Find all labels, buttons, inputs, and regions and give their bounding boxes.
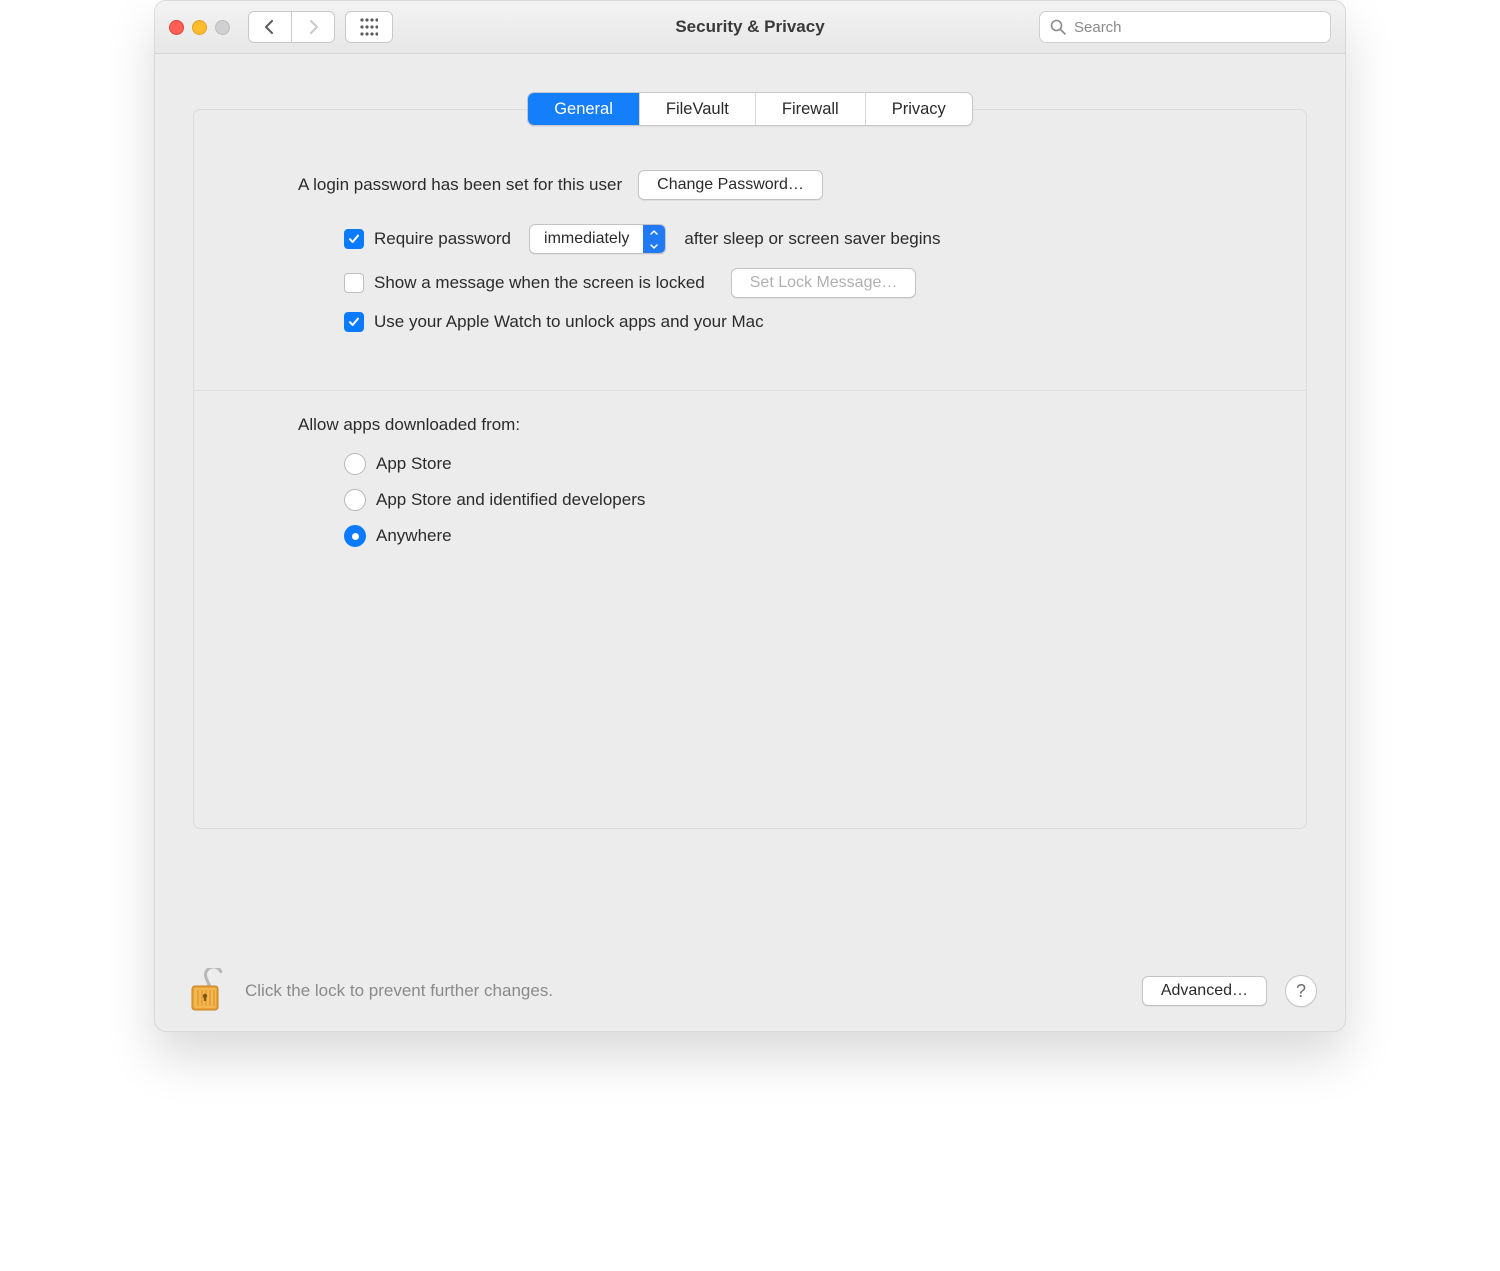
lock-group: Click the lock to prevent further change… [183,967,553,1015]
back-button[interactable] [248,11,292,43]
content: General FileVault Firewall Privacy A log… [155,54,1345,829]
chevron-right-icon [308,20,318,34]
allow-anywhere-label: Anywhere [376,526,452,546]
login-password-row: A login password has been set for this u… [298,170,1246,200]
allow-identified-label: App Store and identified developers [376,490,645,510]
allow-app-store-row: App Store [344,453,1246,475]
general-panel: A login password has been set for this u… [193,109,1307,829]
close-window-button[interactable] [169,20,184,35]
require-password-row: Require password immediately after sleep… [344,224,1246,254]
lock-text: Click the lock to prevent further change… [245,981,553,1001]
change-password-button[interactable]: Change Password… [638,170,823,200]
preferences-window: Security & Privacy General FileVault Fir… [154,0,1346,1032]
zoom-window-button [215,20,230,35]
allow-apps-section: Allow apps downloaded from: App Store Ap… [298,415,1246,547]
forward-button[interactable] [292,11,335,43]
help-button[interactable]: ? [1285,975,1317,1007]
footer: Click the lock to prevent further change… [155,951,1345,1031]
title-bar: Security & Privacy [155,1,1345,54]
apple-watch-row: Use your Apple Watch to unlock apps and … [344,312,1246,332]
checkmark-icon [348,233,360,245]
tab-row: General FileVault Firewall Privacy [193,92,1307,126]
apple-watch-label: Use your Apple Watch to unlock apps and … [374,312,764,332]
require-password-checkbox[interactable] [344,229,364,249]
require-password-after-label: after sleep or screen saver begins [684,229,940,249]
checkmark-icon [348,316,360,328]
set-lock-message-button: Set Lock Message… [731,268,917,298]
search-field[interactable] [1039,11,1331,43]
allow-identified-row: App Store and identified developers [344,489,1246,511]
tab-general[interactable]: General [528,93,640,125]
apple-watch-checkbox[interactable] [344,312,364,332]
require-password-delay-popup[interactable]: immediately [529,224,666,254]
require-password-label: Require password [374,229,511,249]
tab-firewall[interactable]: Firewall [756,93,866,125]
advanced-button[interactable]: Advanced… [1142,976,1267,1006]
allow-apps-label: Allow apps downloaded from: [298,415,1246,435]
nav-back-forward [248,11,335,43]
minimize-window-button[interactable] [192,20,207,35]
allow-app-store-radio[interactable] [344,453,366,475]
show-message-row: Show a message when the screen is locked… [344,268,1246,298]
show-message-label: Show a message when the screen is locked [374,273,705,293]
allow-anywhere-row: Anywhere [344,525,1246,547]
popup-stepper-icon [643,225,665,253]
window-controls [169,20,230,35]
require-password-delay-value: immediately [530,225,643,253]
login-password-intro: A login password has been set for this u… [298,175,622,195]
unlocked-padlock-icon [185,968,227,1014]
search-icon [1050,19,1066,35]
show-all-button[interactable] [345,11,393,43]
allow-app-store-label: App Store [376,454,452,474]
divider [194,390,1306,391]
login-options: Require password immediately after sleep… [344,224,1246,332]
chevron-left-icon [265,20,275,34]
grid-icon [360,18,378,36]
lock-button[interactable] [183,967,229,1015]
allow-anywhere-radio[interactable] [344,525,366,547]
tab-filevault[interactable]: FileVault [640,93,756,125]
tab-privacy[interactable]: Privacy [866,93,972,125]
search-input[interactable] [1072,18,1320,37]
allow-identified-radio[interactable] [344,489,366,511]
show-message-checkbox[interactable] [344,273,364,293]
